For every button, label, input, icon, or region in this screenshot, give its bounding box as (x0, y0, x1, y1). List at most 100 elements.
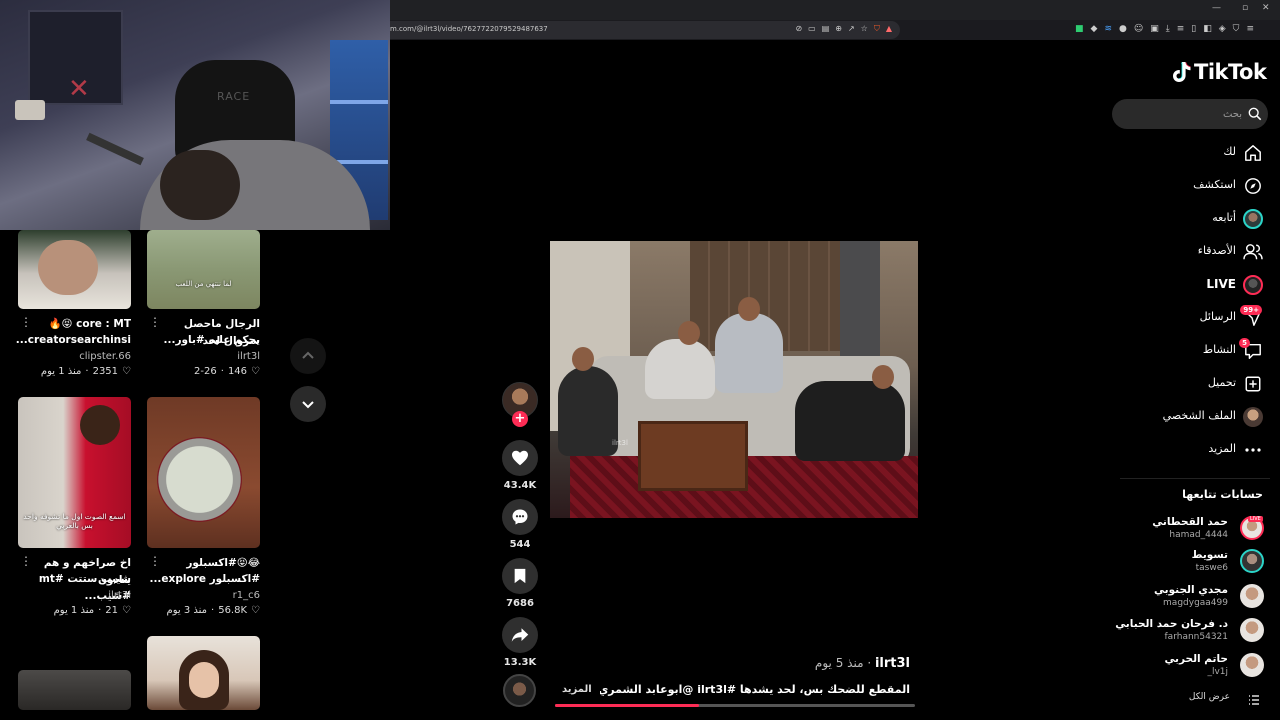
video-caption[interactable]: core : MT 😝🔥 (18, 316, 131, 333)
followed-account[interactable]: د. فرحان حمد الحبابي farhann54321 (1115, 616, 1268, 648)
share-button[interactable] (502, 617, 538, 653)
next-video-button[interactable] (290, 386, 326, 422)
like-button[interactable] (502, 440, 538, 476)
account-avatar (1240, 653, 1264, 677)
nav-explore[interactable]: استكشف (1120, 173, 1268, 201)
video-player[interactable]: ilrt3l (550, 241, 918, 518)
vpn-icon[interactable]: ⛉ (1233, 24, 1240, 34)
account-handle: hamad_4444 (1169, 530, 1228, 540)
video-thumbnail[interactable] (147, 397, 260, 548)
extension-diamond-icon[interactable]: ◆ (1091, 24, 1098, 34)
related-videos-grid: ⋮ core : MT 😝🔥 creatorsearchinsi... clip… (0, 230, 278, 720)
close-window-icon[interactable]: ✕ (1262, 3, 1270, 13)
see-all-accounts-button[interactable]: عرض الكل (1120, 690, 1268, 708)
follow-plus-button[interactable]: + (512, 411, 528, 427)
video-author[interactable]: r1_c6 (147, 590, 260, 601)
nav-for-you[interactable]: لك (1120, 140, 1268, 168)
account-name: د. فرحان حمد الحبابي (1115, 618, 1228, 630)
nav-following[interactable]: أتابعه (1120, 206, 1268, 234)
wallet-icon[interactable]: ◈ (1219, 24, 1226, 34)
like-count: 2351 (92, 366, 119, 377)
minimize-icon[interactable]: — (1212, 3, 1221, 13)
streamer-head (160, 150, 240, 220)
mute-tab-icon[interactable]: ⊘ (795, 24, 802, 34)
following-avatar-icon (1242, 208, 1264, 230)
followed-account[interactable]: تسويط taswe6 (1120, 547, 1268, 579)
share-count: 13.3K (503, 657, 537, 668)
extension-pill-icon[interactable]: ● (1119, 24, 1127, 34)
profile-avatar-icon (1242, 406, 1264, 428)
video-caption-line2[interactable]: creatorsearchinsi... (16, 332, 131, 349)
video-caption[interactable]: 😂😝#اكسبلور (147, 555, 260, 572)
nav-activity[interactable]: 5 النشاط (1120, 338, 1268, 366)
mic-arm (86, 132, 144, 166)
like-count: 146 (227, 366, 248, 377)
followed-account[interactable]: LIVE حمد القحطاني hamad_4444 (1120, 514, 1268, 546)
tiktok-logo[interactable]: TikTok (1172, 60, 1267, 84)
video-thumbnail[interactable] (147, 636, 260, 710)
downloads-icon[interactable]: ⤓ (1166, 24, 1170, 34)
video-thumbnail[interactable]: لما ننتهي من اللعب (147, 230, 260, 309)
sidebar-toggle-icon[interactable]: ▯ (1191, 24, 1196, 34)
nav-upload[interactable]: تحميل (1120, 371, 1268, 399)
like-count: 21 (105, 605, 119, 616)
video-thumbnail[interactable] (18, 230, 131, 309)
nav-profile[interactable]: الملف الشخصي (1120, 404, 1268, 432)
extension-wave-icon[interactable]: ≋ (1104, 24, 1112, 34)
followed-account[interactable]: مجدي الجنوبي magdygaa499 (1120, 582, 1268, 614)
chevron-down-icon (302, 401, 314, 409)
video-author-name[interactable]: ilrt3l (875, 656, 910, 671)
comment-icon (512, 509, 528, 525)
cast-icon[interactable]: ▭ (808, 24, 816, 34)
video-thumbnail[interactable]: اسمع الصوت اول ما تشوفه واحد بس بالعربي (18, 397, 131, 548)
video-progress-bar[interactable] (555, 704, 915, 707)
bookmark-star-icon[interactable]: ☆ (861, 24, 868, 34)
address-bar-icons: ⊘ ▭ ▤ ⊕ ↗ ☆ ⛉ ▲ (795, 24, 892, 34)
brave-shield-icon[interactable]: ⛉ (874, 24, 880, 34)
screen-icon[interactable]: ▤ (822, 24, 830, 34)
video-progress-fill (555, 704, 699, 707)
extension-green-icon[interactable]: ■ (1075, 24, 1084, 34)
see-more-link[interactable]: المزيد (562, 684, 592, 695)
search-box[interactable] (1112, 99, 1268, 129)
video-stats: ♡ 2351 · منذ 1 يوم (40, 366, 131, 377)
video-person (795, 381, 905, 461)
nav-live[interactable]: LIVE (1120, 272, 1268, 300)
account-handle: magdygaa499 (1163, 598, 1228, 608)
extension-face-icon[interactable]: ☺ (1134, 24, 1143, 34)
restore-icon[interactable]: ▫ (1242, 3, 1248, 13)
reading-list-icon[interactable]: ≡ (1177, 24, 1185, 34)
nav-label: النشاط (1202, 343, 1236, 356)
save-button[interactable] (502, 558, 538, 594)
previous-video-button[interactable] (290, 338, 326, 374)
post-time: منذ 1 يوم (53, 605, 95, 616)
video-scene-table (638, 421, 748, 491)
video-stats: ♡ 56.8K · منذ 3 يوم (166, 605, 261, 616)
split-view-icon[interactable]: ◧ (1203, 24, 1212, 34)
comment-count: 544 (509, 539, 531, 550)
search-icon[interactable] (1248, 106, 1262, 125)
nav-more[interactable]: المزيد (1120, 437, 1268, 465)
search-input[interactable] (1122, 105, 1242, 123)
comment-button[interactable] (502, 499, 538, 535)
nav-friends[interactable]: الأصدقاء (1120, 239, 1268, 267)
video-person-head (738, 297, 760, 321)
nav-messages[interactable]: 99+ الرسائل (1120, 305, 1268, 333)
video-thumbnail[interactable] (18, 670, 131, 710)
rewards-icon[interactable]: ▲ (886, 24, 892, 34)
wall-poster: ✕ (28, 10, 123, 105)
video-author[interactable]: ilrt3l (147, 351, 260, 362)
video-author[interactable]: clipster.66 (18, 351, 131, 362)
account-handle: _lv1j (1207, 667, 1228, 677)
video-caption-line2[interactable]: يحكم عليه #باور... (147, 332, 261, 349)
menu-icon[interactable]: ≡ (1246, 24, 1254, 34)
video-author[interactable]: ilrt3l (18, 590, 131, 601)
music-disc-icon[interactable] (503, 674, 536, 707)
zoom-icon[interactable]: ⊕ (835, 24, 842, 34)
live-avatar-icon (1242, 274, 1264, 296)
video-caption-line2[interactable]: #اكسبلور explore... (147, 571, 260, 588)
extension-box-icon[interactable]: ▣ (1150, 24, 1159, 34)
address-bar[interactable]: m.com/@ilrt3l/video/7627722079529487637 … (390, 21, 900, 39)
share-icon[interactable]: ↗ (848, 24, 855, 34)
followed-account[interactable]: حاتم الحربي _lv1j (1120, 651, 1268, 683)
